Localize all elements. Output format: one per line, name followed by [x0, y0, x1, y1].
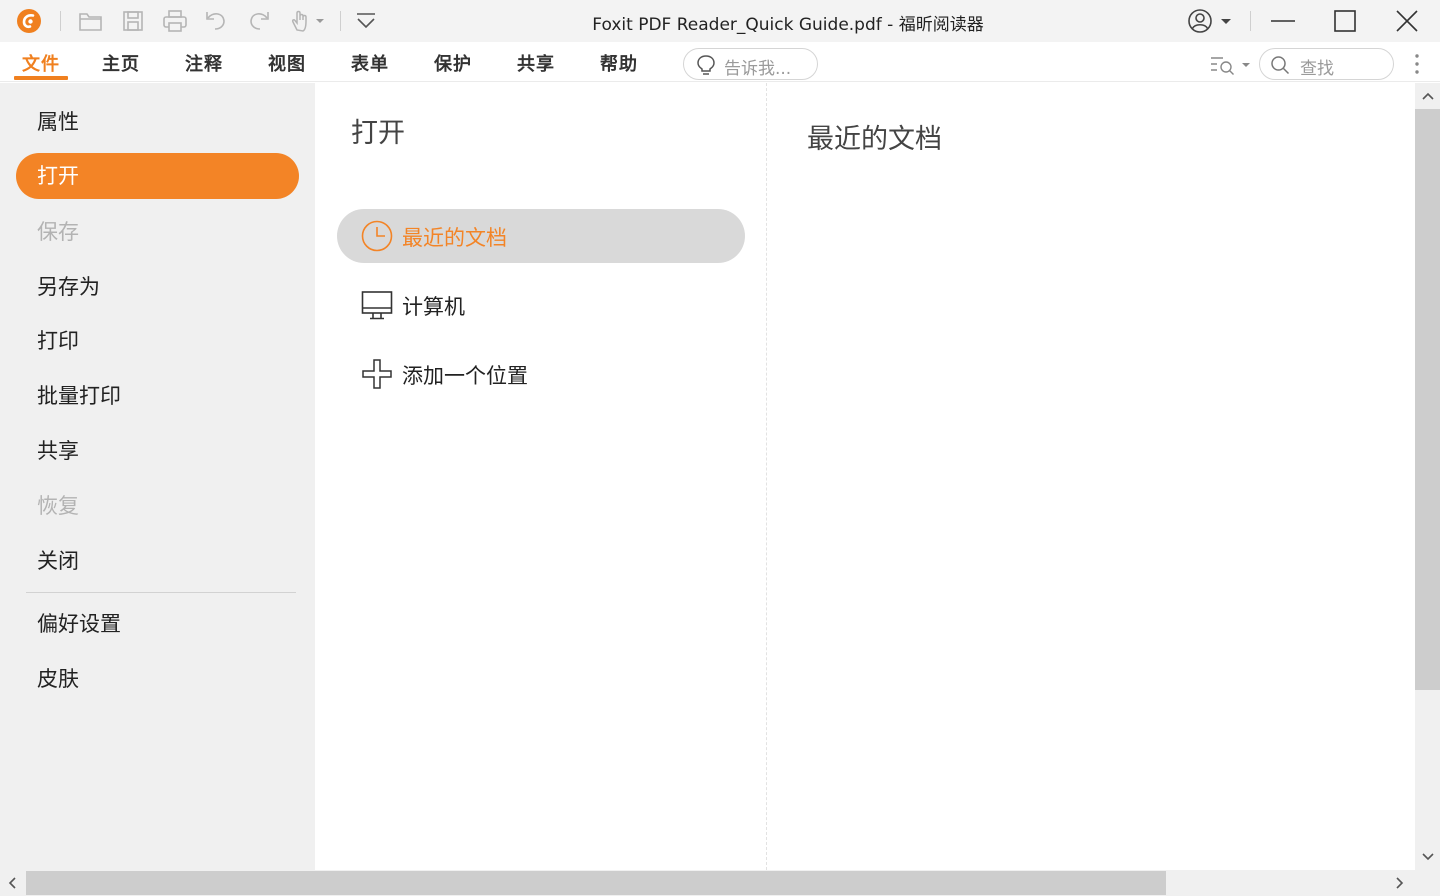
search-options-dropdown[interactable]: [1208, 53, 1254, 77]
toolbar-separator: [1250, 11, 1251, 31]
print-icon[interactable]: [161, 7, 189, 35]
scroll-right-arrow-icon[interactable]: [1390, 873, 1410, 893]
save-icon[interactable]: [119, 7, 147, 35]
file-menu-share[interactable]: 共享: [16, 428, 299, 474]
recent-documents-panel: [767, 83, 1415, 870]
tab-protect[interactable]: 保护: [434, 50, 472, 80]
search-input[interactable]: 查找: [1259, 48, 1394, 80]
customize-toolbar-chevron-icon[interactable]: [352, 7, 380, 35]
plus-icon: [361, 358, 393, 390]
file-menu-batch-print[interactable]: 批量打印: [16, 373, 299, 419]
tab-share[interactable]: 共享: [517, 50, 555, 80]
recent-panel-title: 最近的文档: [807, 124, 942, 155]
tab-form[interactable]: 表单: [351, 50, 389, 80]
account-dropdown[interactable]: [1186, 7, 1234, 35]
open-locations-panel: [315, 83, 767, 870]
location-label: 最近的文档: [402, 226, 507, 250]
file-menu-save-as[interactable]: 另存为: [16, 264, 299, 310]
file-menu-preferences[interactable]: 偏好设置: [16, 601, 299, 647]
maximize-button[interactable]: [1314, 0, 1376, 42]
file-menu-restore: 恢复: [37, 494, 79, 518]
active-tab-indicator: [14, 76, 68, 80]
toolbar-separator: [60, 11, 61, 31]
file-menu-close[interactable]: 关闭: [16, 538, 299, 584]
scroll-left-arrow-icon[interactable]: [2, 873, 22, 893]
minimize-button[interactable]: [1252, 0, 1314, 42]
redo-icon[interactable]: [245, 7, 273, 35]
lightbulb-icon: [696, 54, 716, 76]
tell-me-placeholder: 告诉我...: [724, 59, 792, 79]
computer-icon: [361, 289, 393, 321]
title-bar: Foxit PDF Reader_Quick Guide.pdf - 福昕阅读器: [0, 0, 1440, 42]
clock-icon: [361, 220, 393, 252]
foxit-logo-icon[interactable]: [15, 7, 43, 35]
more-options-icon[interactable]: [1410, 52, 1424, 78]
window-title: Foxit PDF Reader_Quick Guide.pdf - 福昕阅读器: [592, 15, 984, 35]
tab-help[interactable]: 帮助: [600, 50, 638, 80]
tab-view[interactable]: 视图: [268, 50, 306, 80]
search-placeholder: 查找: [1300, 59, 1334, 79]
hand-tool-dropdown[interactable]: [288, 7, 328, 35]
location-recent-documents[interactable]: 最近的文档: [337, 209, 745, 263]
vertical-scroll-thumb[interactable]: [1415, 109, 1440, 690]
location-label: 计算机: [402, 295, 465, 319]
location-add-place[interactable]: 添加一个位置: [337, 347, 745, 401]
file-menu-properties[interactable]: 属性: [16, 99, 299, 145]
horizontal-scroll-thumb[interactable]: [26, 871, 1166, 895]
scroll-down-arrow-icon[interactable]: [1418, 847, 1438, 867]
tell-me-input[interactable]: 告诉我...: [683, 48, 818, 80]
search-icon: [1270, 55, 1290, 75]
file-menu-open[interactable]: 打开: [16, 153, 299, 199]
location-label: 添加一个位置: [402, 364, 528, 388]
tab-comment[interactable]: 注释: [185, 50, 223, 80]
tab-home[interactable]: 主页: [102, 50, 140, 80]
toolbar-separator: [340, 11, 341, 31]
open-folder-icon[interactable]: [77, 7, 105, 35]
open-panel-title: 打开: [351, 118, 405, 149]
location-computer[interactable]: 计算机: [337, 278, 745, 332]
file-menu-sidebar: [0, 83, 315, 870]
file-menu-save: 保存: [37, 220, 79, 244]
undo-icon[interactable]: [202, 7, 230, 35]
scroll-up-arrow-icon[interactable]: [1418, 86, 1438, 106]
close-button[interactable]: [1376, 0, 1438, 42]
file-menu-skins[interactable]: 皮肤: [16, 656, 299, 702]
file-menu-divider: [26, 592, 296, 593]
file-menu-print[interactable]: 打印: [16, 318, 299, 364]
